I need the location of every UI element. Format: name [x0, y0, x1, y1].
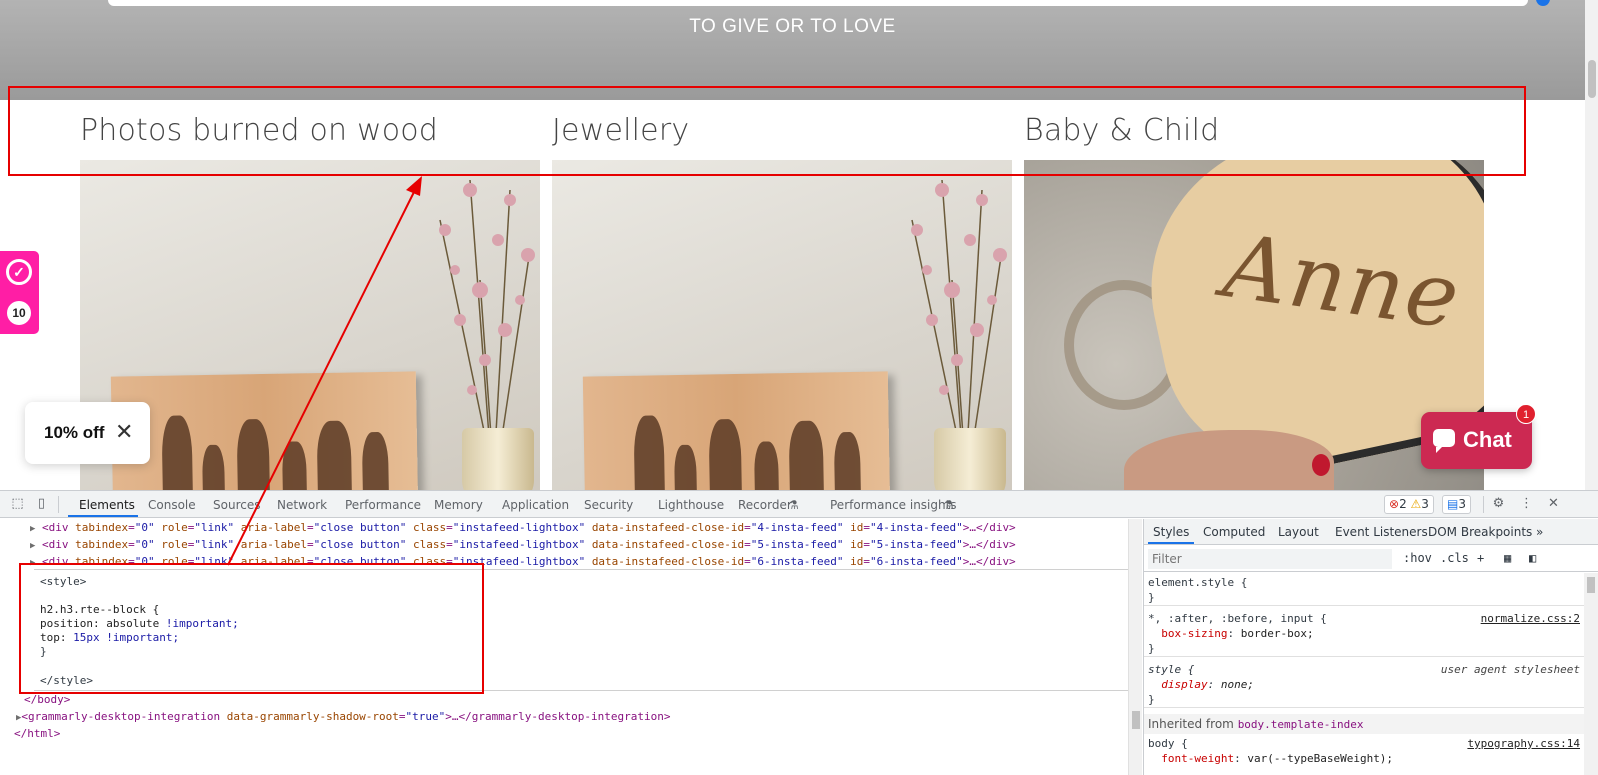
flowers-illustration: [911, 179, 1007, 450]
tab-dom-breakpoints[interactable]: DOM Breakpoints: [1428, 525, 1532, 539]
tab-network[interactable]: Network: [277, 498, 327, 512]
close-devtools-icon[interactable]: ✕: [1546, 496, 1561, 511]
chat-label: Chat: [1463, 427, 1512, 452]
more-options-icon[interactable]: ⋮: [1519, 496, 1534, 511]
nail: [1312, 454, 1330, 476]
tab-elements[interactable]: Elements: [79, 498, 135, 512]
dom-line[interactable]: ▶ <div tabindex="0" role="link" aria-lab…: [30, 519, 1016, 536]
tab-performance-insights[interactable]: Performance insights: [830, 498, 957, 512]
class-toggle-button[interactable]: .cls: [1440, 551, 1469, 565]
screenshot-root: TO GIVE OR TO LOVE Photos burned on wood…: [0, 0, 1598, 775]
tab-styles[interactable]: Styles: [1153, 525, 1189, 539]
hero-title: TO GIVE OR TO LOVE: [689, 16, 896, 37]
tab-console[interactable]: Console: [148, 498, 196, 512]
new-rule-button[interactable]: +: [1477, 551, 1484, 565]
tab-performance[interactable]: Performance: [345, 498, 421, 512]
warning-icon: ⚠: [1410, 497, 1422, 511]
tab-lighthouse[interactable]: Lighthouse: [658, 498, 724, 512]
styles-vscrollbar[interactable]: [1584, 573, 1598, 775]
css-rule-element-style[interactable]: element.style { }: [1144, 575, 1584, 606]
inspect-element-icon[interactable]: ⬚: [10, 496, 25, 511]
rule-source-link[interactable]: normalize.css:2: [1481, 611, 1580, 626]
page-scrollbar-thumb[interactable]: [1588, 60, 1596, 98]
close-icon[interactable]: ✕: [115, 419, 133, 445]
rule-source-link[interactable]: typography.css:14: [1467, 736, 1580, 751]
warning-count: 3: [1421, 497, 1429, 511]
css-rule-body[interactable]: body {typography.css:14 font-weight: var…: [1144, 736, 1584, 766]
inherited-element-link[interactable]: body.template-index: [1238, 718, 1364, 731]
active-tab-indicator: [68, 515, 138, 517]
dom-line[interactable]: ▶<grammarly-desktop-integration data-gra…: [16, 708, 670, 725]
hover-state-button[interactable]: :hov: [1403, 551, 1432, 565]
styles-tab-bar: Styles Computed Layout Event Listeners D…: [1144, 519, 1598, 545]
gear-icon[interactable]: ⚙: [1491, 496, 1506, 511]
tab-layout[interactable]: Layout: [1278, 525, 1319, 539]
annotation-box-titles: [8, 86, 1526, 176]
flask-icon: ⚗: [943, 498, 954, 512]
discount-popup[interactable]: 10% off ✕: [25, 402, 150, 464]
dom-line[interactable]: </html>: [14, 725, 60, 742]
collection-image-jewellery[interactable]: [552, 160, 1012, 500]
annotation-box-style-code: [19, 563, 484, 694]
flask-icon: ⚗: [788, 498, 799, 512]
search-bar-edge[interactable]: [108, 0, 1528, 6]
rewards-widget[interactable]: ✓ 10: [0, 251, 39, 334]
flowers-illustration: [439, 179, 535, 450]
error-count: 2: [1399, 497, 1407, 511]
chat-bubble-icon: [1433, 429, 1455, 453]
tab-application[interactable]: Application: [502, 498, 569, 512]
tab-event-listeners[interactable]: Event Listeners: [1335, 525, 1428, 539]
tab-sources[interactable]: Sources: [213, 498, 260, 512]
sidebar-toggle-icon[interactable]: ◧: [1529, 551, 1536, 565]
wood-photo-board: [582, 371, 891, 500]
check-circle-icon[interactable]: ✓: [6, 259, 32, 285]
chat-unread-badge: 1: [1516, 404, 1536, 424]
styles-filter-bar: :hov .cls + ▦ ◧: [1144, 546, 1598, 572]
tab-memory[interactable]: Memory: [434, 498, 483, 512]
wood-photo-board: [110, 371, 419, 500]
device-toolbar-icon[interactable]: ▯: [34, 496, 49, 511]
website-viewport: TO GIVE OR TO LOVE Photos burned on wood…: [0, 0, 1598, 500]
account-icon[interactable]: [1536, 0, 1550, 6]
styles-filter-input[interactable]: [1148, 549, 1392, 569]
more-tabs-icon[interactable]: »: [1536, 525, 1543, 539]
dom-line[interactable]: ▶ <div tabindex="0" role="link" aria-lab…: [30, 536, 1016, 553]
css-rule-user-agent[interactable]: style {user agent stylesheet display: no…: [1144, 662, 1584, 708]
rewards-count[interactable]: 10: [7, 301, 31, 325]
devtools-tab-bar: ⬚ ▯ Elements Console Sources Network Per…: [0, 491, 1598, 518]
tab-computed[interactable]: Computed: [1203, 525, 1265, 539]
chat-button[interactable]: Chat: [1421, 412, 1532, 469]
rule-source-label: user agent stylesheet: [1440, 663, 1580, 676]
tab-recorder[interactable]: Recorder: [738, 498, 792, 512]
message-count: 3: [1458, 497, 1466, 511]
tab-security[interactable]: Security: [584, 498, 633, 512]
inherited-from-header: Inherited from body.template-index: [1144, 714, 1584, 734]
issues-counter[interactable]: ⊗2 ⚠3: [1384, 495, 1434, 514]
css-rule-normalize[interactable]: *, :after, :before, input {normalize.css…: [1144, 611, 1584, 657]
error-icon: ⊗: [1389, 497, 1400, 511]
messages-counter[interactable]: ▤3: [1442, 495, 1471, 514]
styles-pane: Styles Computed Layout Event Listeners D…: [1143, 519, 1598, 775]
message-icon: ▤: [1447, 497, 1459, 511]
discount-label[interactable]: 10% off: [44, 423, 104, 443]
paint-icon[interactable]: ▦: [1504, 551, 1511, 565]
collection-image-baby[interactable]: Anne: [1024, 160, 1484, 500]
elements-vscrollbar[interactable]: [1128, 519, 1142, 775]
hero-banner[interactable]: TO GIVE OR TO LOVE: [0, 0, 1585, 100]
